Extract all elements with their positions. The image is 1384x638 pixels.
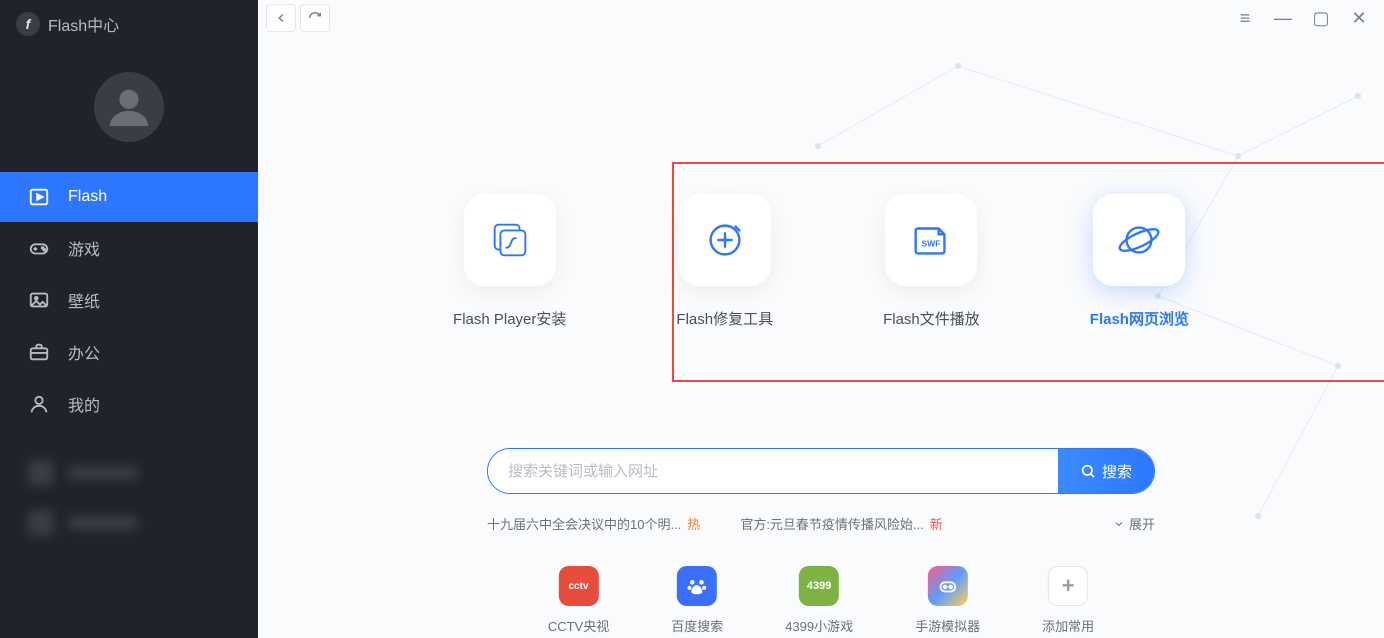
back-button[interactable] <box>266 4 296 32</box>
content: Flash Player安装 Flash修复工具 SWF Flash文件播放 F… <box>258 36 1384 638</box>
news-item[interactable]: 十九届六中全会决议中的10个明... 热 <box>487 514 700 533</box>
titlebar: ≡ — ▢ ✕ <box>258 0 1384 36</box>
avatar[interactable] <box>94 72 164 142</box>
app-title: Flash中心 <box>48 12 119 36</box>
gamepad-icon <box>28 237 50 259</box>
tile-flash-browser[interactable]: Flash网页浏览 <box>1090 194 1189 329</box>
tile-flash-play[interactable]: SWF Flash文件播放 <box>883 194 980 329</box>
quick-4399[interactable]: 4399 4399小游戏 <box>785 566 853 635</box>
quick-simulator[interactable]: 手游模拟器 <box>915 566 980 635</box>
news-text: 官方:元旦春节疫情传播风险始... <box>740 514 923 533</box>
sidebar-nav: Flash 游戏 壁纸 办公 我的 <box>0 172 258 430</box>
news-text: 十九届六中全会决议中的10个明... <box>487 514 681 533</box>
quick-links: cctv CCTV央视 百度搜索 4399 4399小游戏 手游模拟器 + <box>548 566 1094 635</box>
expand-label: 展开 <box>1129 514 1155 533</box>
sidebar-item-wallpaper[interactable]: 壁纸 <box>0 274 258 326</box>
simulator-icon <box>928 566 968 606</box>
chevron-down-icon <box>1113 518 1125 530</box>
baidu-icon <box>677 566 717 606</box>
quick-baidu[interactable]: 百度搜索 <box>671 566 723 635</box>
quick-label: 添加常用 <box>1042 616 1094 635</box>
sidebar-item-flash[interactable]: Flash <box>0 172 258 222</box>
search-input[interactable] <box>488 449 1058 493</box>
quick-label: 手游模拟器 <box>915 616 980 635</box>
main-area: ≡ — ▢ ✕ Flash Player安装 <box>258 0 1384 638</box>
sidebar-item-label: 我的 <box>68 392 100 416</box>
tile-label: Flash文件播放 <box>883 308 980 329</box>
flash-install-icon <box>487 217 533 263</box>
search-bar: 搜索 <box>487 448 1155 494</box>
news-item[interactable]: 官方:元旦春节疫情传播风险始... 新 <box>740 514 942 533</box>
hamburger-icon: ≡ <box>1240 8 1251 29</box>
sidebar-extra <box>0 460 258 536</box>
sidebar-item-label: 壁纸 <box>68 288 100 312</box>
refresh-icon <box>308 11 322 25</box>
search-icon <box>1080 463 1096 479</box>
tile-flash-repair[interactable]: Flash修复工具 <box>676 194 773 329</box>
swf-file-icon: SWF <box>908 217 954 263</box>
close-button[interactable]: ✕ <box>1342 4 1376 32</box>
sidebar-item-label: 游戏 <box>68 236 100 260</box>
minimize-button[interactable]: — <box>1266 4 1300 32</box>
sidebar: f Flash中心 Flash 游戏 壁纸 办公 <box>0 0 258 638</box>
user-silhouette-icon <box>106 84 152 130</box>
news-tag-hot: 热 <box>687 514 700 533</box>
quick-cctv[interactable]: cctv CCTV央视 <box>548 566 609 635</box>
refresh-button[interactable] <box>300 4 330 32</box>
quick-label: 4399小游戏 <box>785 616 853 635</box>
briefcase-icon <box>28 341 50 363</box>
quick-label: CCTV央视 <box>548 616 609 635</box>
chevron-left-icon <box>274 11 288 25</box>
sidebar-extra-item[interactable] <box>28 510 230 536</box>
tile-flash-install[interactable]: Flash Player安装 <box>453 194 566 329</box>
news-row: 十九届六中全会决议中的10个明... 热 官方:元旦春节疫情传播风险始... 新… <box>487 514 1155 533</box>
news-expand[interactable]: 展开 <box>1113 514 1155 533</box>
search-button-label: 搜索 <box>1102 461 1132 482</box>
flash-repair-icon <box>702 217 748 263</box>
maximize-button[interactable]: ▢ <box>1304 4 1338 32</box>
sidebar-item-office[interactable]: 办公 <box>0 326 258 378</box>
news-tag-new: 新 <box>930 514 943 533</box>
quick-add[interactable]: + 添加常用 <box>1042 566 1094 635</box>
plus-icon: + <box>1048 566 1088 606</box>
sidebar-item-mine[interactable]: 我的 <box>0 378 258 430</box>
play-box-icon <box>28 186 50 208</box>
tile-label: Flash Player安装 <box>453 308 566 329</box>
maximize-icon: ▢ <box>1312 8 1329 29</box>
cctv-icon: cctv <box>559 566 599 606</box>
sidebar-item-label: Flash <box>68 188 107 206</box>
tile-label: Flash网页浏览 <box>1090 308 1189 329</box>
g4399-icon: 4399 <box>799 566 839 606</box>
flash-logo-icon: f <box>16 12 40 36</box>
search-button[interactable]: 搜索 <box>1058 449 1154 493</box>
app-logo-row: f Flash中心 <box>0 0 258 48</box>
minimize-icon: — <box>1274 8 1292 29</box>
sidebar-item-label: 办公 <box>68 340 100 364</box>
picture-icon <box>28 289 50 311</box>
sidebar-extra-item[interactable] <box>28 460 230 486</box>
tile-label: Flash修复工具 <box>676 308 773 329</box>
feature-tiles: Flash Player安装 Flash修复工具 SWF Flash文件播放 F… <box>258 194 1384 329</box>
menu-button[interactable]: ≡ <box>1228 4 1262 32</box>
sidebar-item-games[interactable]: 游戏 <box>0 222 258 274</box>
close-icon: ✕ <box>1351 8 1366 29</box>
quick-label: 百度搜索 <box>671 616 723 635</box>
user-icon <box>28 393 50 415</box>
svg-text:SWF: SWF <box>922 239 941 249</box>
planet-browser-icon <box>1116 217 1162 263</box>
